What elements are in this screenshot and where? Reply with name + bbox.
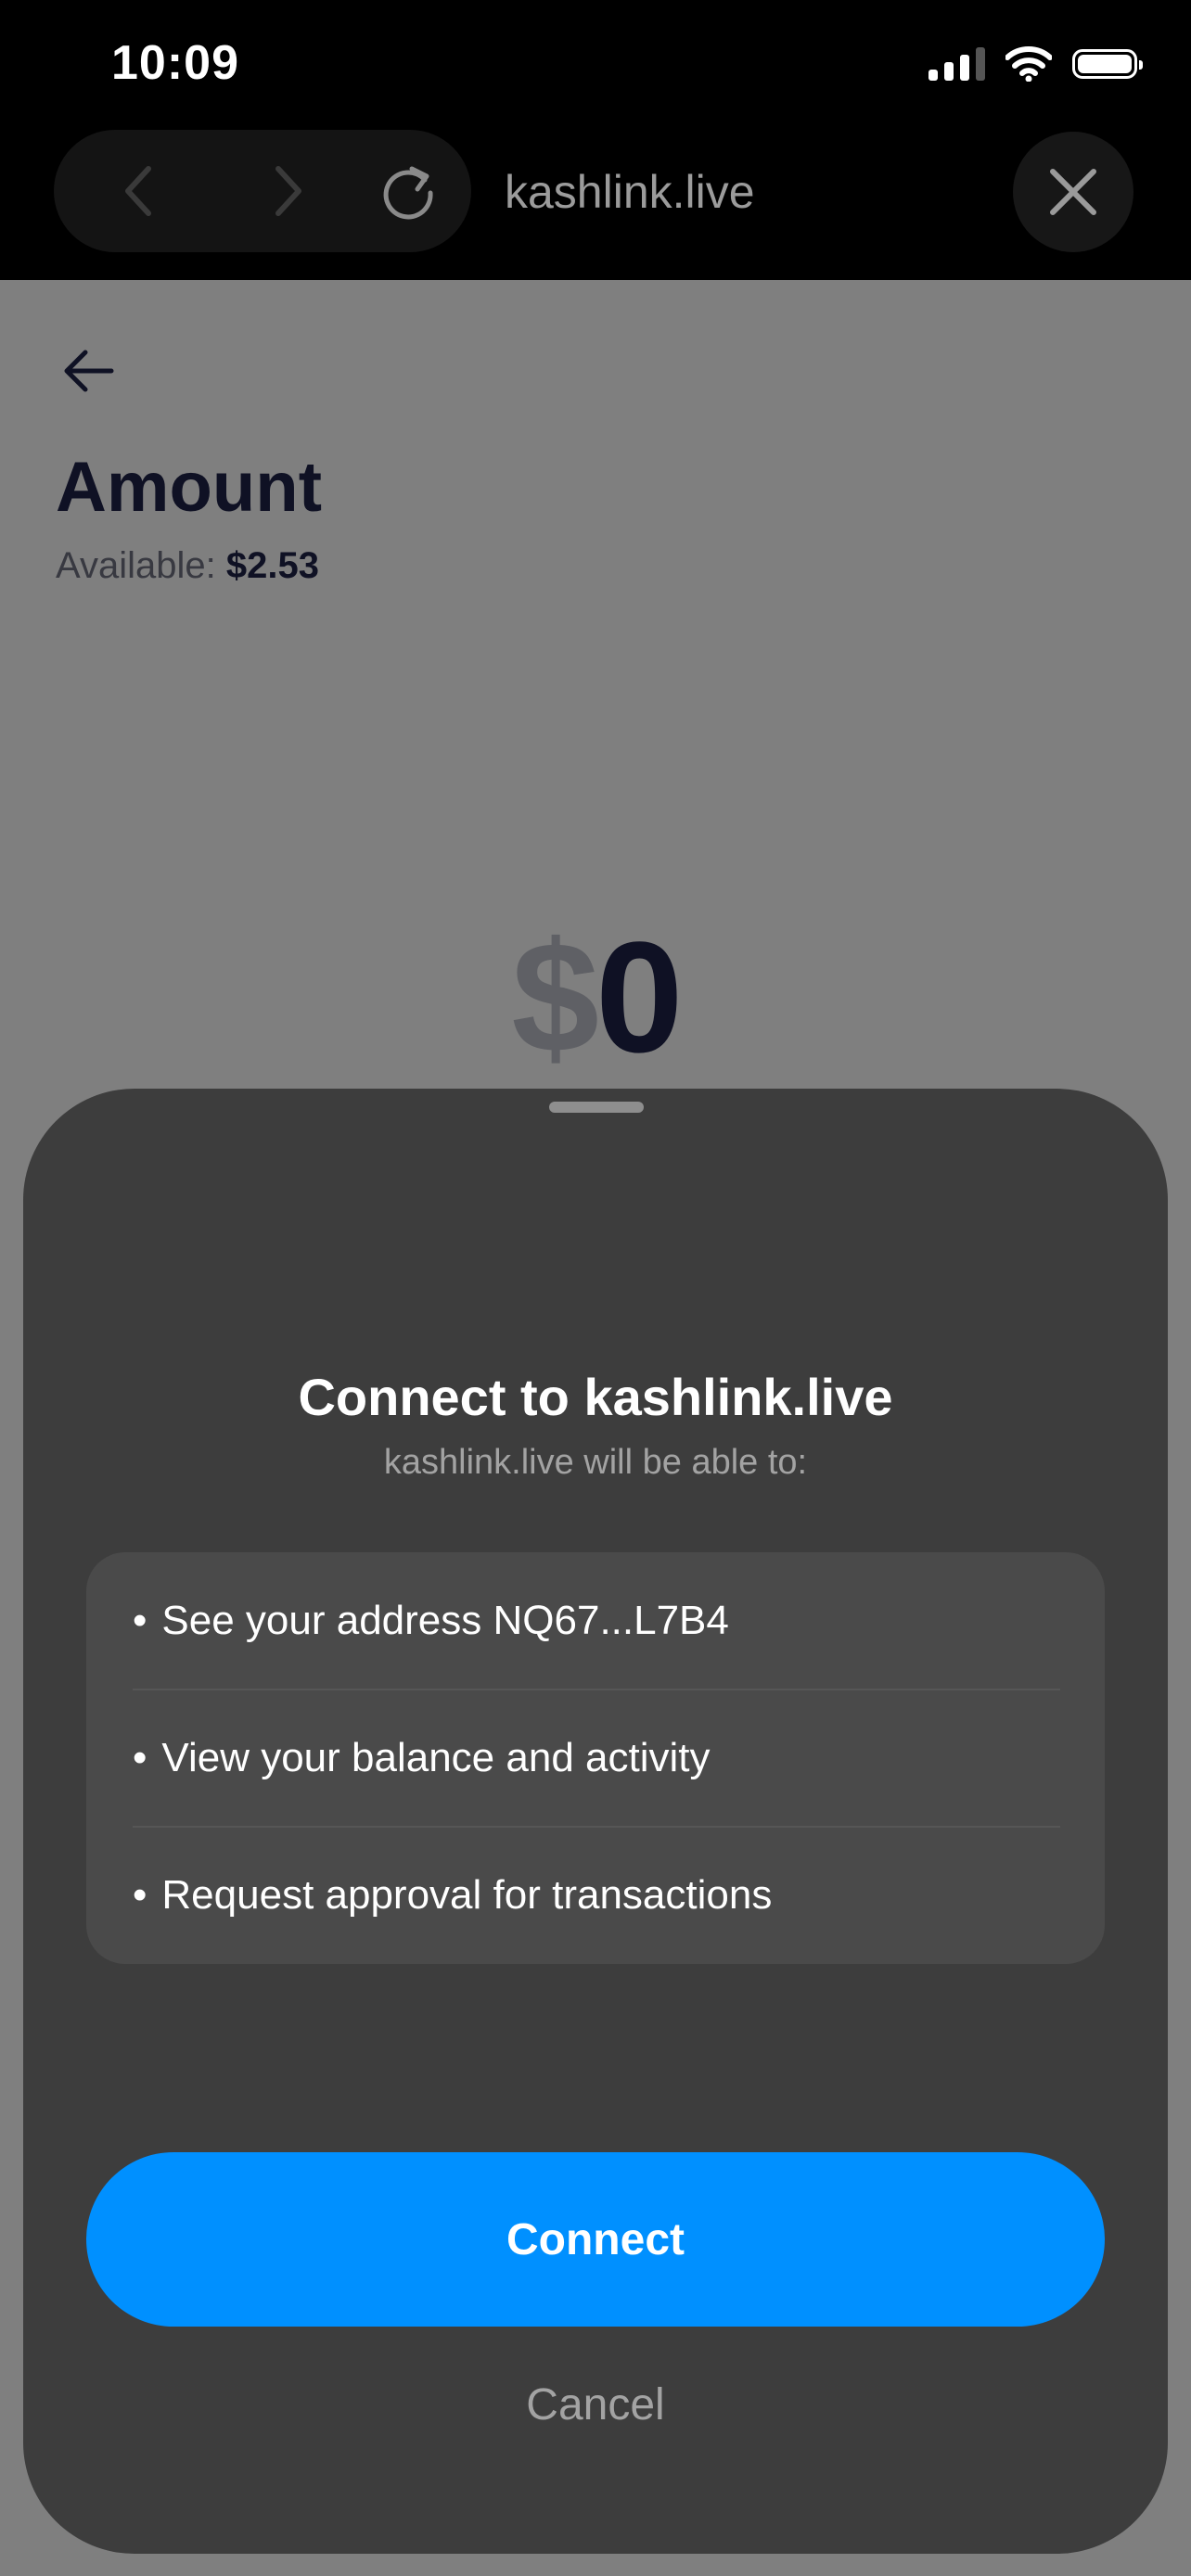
bullet: •: [133, 1598, 147, 1643]
status-bar: 10:09: [0, 0, 1191, 130]
permission-item: • Request approval for transactions: [86, 1827, 1105, 1964]
permission-item: • View your balance and activity: [86, 1690, 1105, 1827]
sheet-title: Connect to kashlink.live: [298, 1368, 893, 1426]
cellular-signal-icon: [928, 47, 985, 81]
bullet: •: [133, 1872, 147, 1918]
permissions-list: • See your address NQ67...L7B4 • View yo…: [86, 1552, 1105, 1964]
permission-label: See your address NQ67...L7B4: [161, 1598, 729, 1643]
permission-label: Request approval for transactions: [161, 1872, 773, 1918]
connect-sheet: Connect to kashlink.live kashlink.live w…: [23, 1089, 1168, 2554]
browser-toolbar: kashlink.live: [0, 130, 1191, 280]
status-time: 10:09: [111, 36, 239, 90]
permission-label: View your balance and activity: [161, 1735, 711, 1780]
wifi-icon: [1005, 46, 1052, 82]
cancel-button[interactable]: Cancel: [23, 2379, 1168, 2430]
connect-button[interactable]: Connect: [86, 2152, 1105, 2327]
battery-icon: [1072, 49, 1143, 79]
sheet-subtitle: kashlink.live will be able to:: [383, 1443, 808, 1482]
status-icons: [928, 46, 1143, 82]
bullet: •: [133, 1735, 147, 1780]
chevron-right-icon[interactable]: [258, 161, 317, 221]
close-browser-button[interactable]: [1013, 132, 1133, 252]
navigation-controls: [54, 130, 471, 252]
sheet-grabber[interactable]: [549, 1102, 644, 1113]
url-label[interactable]: kashlink.live: [505, 165, 755, 219]
reload-icon[interactable]: [378, 161, 438, 221]
permission-item: • See your address NQ67...L7B4: [86, 1552, 1105, 1690]
chevron-left-icon[interactable]: [109, 161, 169, 221]
close-icon: [1050, 169, 1096, 215]
